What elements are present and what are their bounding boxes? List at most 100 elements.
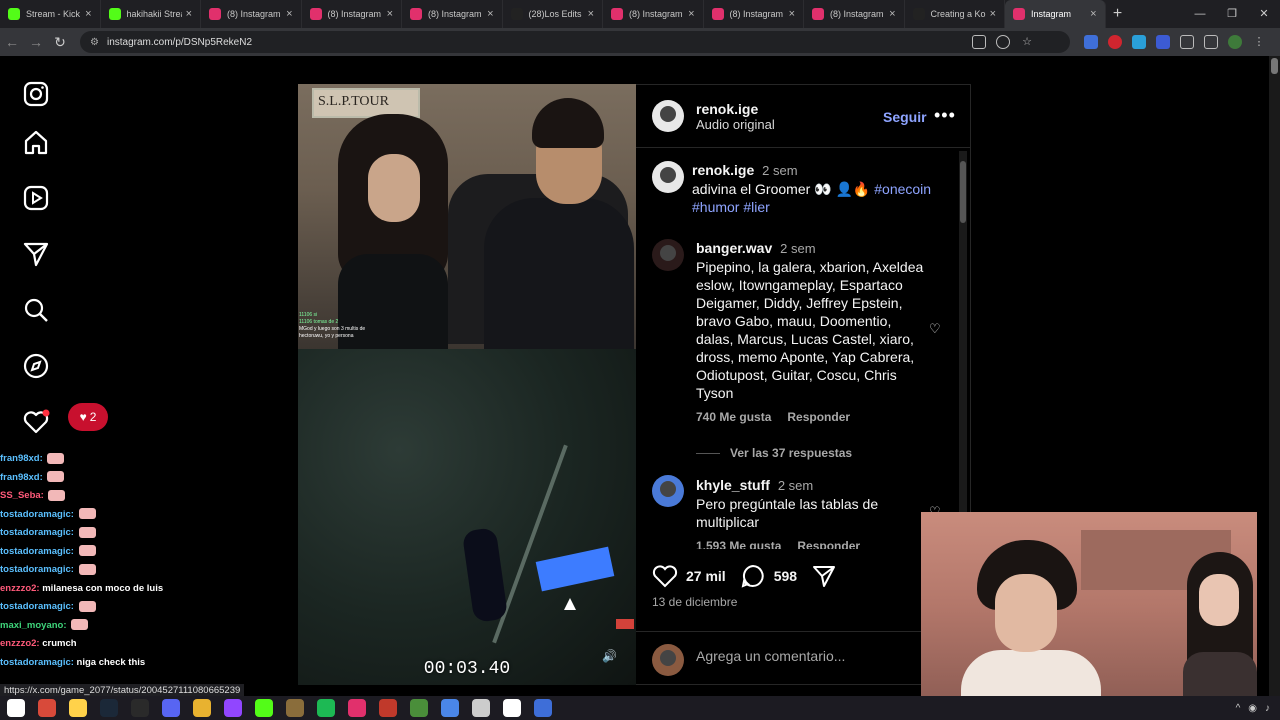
taskbar-app-icon[interactable] — [161, 699, 180, 717]
tab-favicon-icon — [711, 8, 724, 20]
browser-tab[interactable]: Creating a Kor × — [905, 0, 1005, 28]
taskbar-app-icon[interactable] — [37, 699, 56, 717]
taskbar-app-icon[interactable] — [316, 699, 335, 717]
avatar[interactable] — [652, 475, 684, 507]
address-bar[interactable]: ⚙ instagram.com/p/DSNp5RekeN2 — [80, 31, 1070, 53]
comment-likes[interactable]: 740 Me gusta — [696, 410, 771, 424]
avatar[interactable] — [652, 100, 684, 132]
reply-button[interactable]: Responder — [797, 539, 860, 549]
view-replies-button[interactable]: Ver las 37 respuestas — [696, 444, 926, 462]
network-icon[interactable]: ◉ — [1248, 703, 1257, 714]
tab-title: (8) Instagram — [428, 9, 482, 19]
messages-icon[interactable] — [22, 240, 50, 268]
reels-icon[interactable] — [22, 184, 50, 212]
browser-tab[interactable]: hakihakii Strea × — [101, 0, 201, 28]
minimize-icon[interactable]: — — [1184, 0, 1216, 28]
taskbar-app-icon[interactable] — [471, 699, 490, 717]
browser-tab[interactable]: (8) Instagram × — [201, 0, 302, 28]
volume-tray-icon[interactable]: ♪ — [1265, 703, 1270, 714]
close-tab-icon[interactable]: × — [990, 8, 996, 20]
close-tab-icon[interactable]: × — [85, 8, 91, 20]
reload-icon[interactable]: ↻ — [48, 34, 72, 51]
taskbar-app-icon[interactable] — [68, 699, 87, 717]
home-icon[interactable] — [22, 129, 50, 157]
notification-badge[interactable]: ♥ 2 — [68, 403, 108, 431]
taskbar-app-icon[interactable] — [533, 699, 552, 717]
browser-tab[interactable]: Stream - Kick × — [0, 0, 101, 28]
browser-tab[interactable]: Instagram × — [1005, 0, 1106, 28]
taskbar-app-icon[interactable] — [192, 699, 211, 717]
close-window-icon[interactable]: ✕ — [1248, 0, 1280, 28]
comment-likes[interactable]: 1.593 Me gusta — [696, 539, 781, 549]
likes-count[interactable]: 27 mil — [686, 568, 726, 584]
browser-tab[interactable]: (8) Instagram × — [804, 0, 905, 28]
notifications-icon[interactable] — [22, 408, 50, 436]
taskbar-app-icon[interactable] — [440, 699, 459, 717]
close-tab-icon[interactable]: × — [1090, 8, 1096, 20]
avatar[interactable] — [652, 161, 684, 193]
extension-icon[interactable] — [1156, 35, 1170, 49]
like-comment-icon[interactable]: ♡ — [929, 321, 943, 336]
taskbar-app-icon[interactable] — [99, 699, 118, 717]
instagram-logo-icon[interactable] — [22, 80, 50, 108]
audio-label[interactable]: Audio original — [696, 117, 775, 132]
share-icon[interactable] — [811, 563, 837, 589]
taskbar-app-icon[interactable] — [130, 699, 149, 717]
extension-icon[interactable] — [1132, 35, 1146, 49]
hashtag-link[interactable]: #humor #lier — [692, 198, 942, 216]
close-tab-icon[interactable]: × — [889, 8, 895, 20]
restore-icon[interactable]: ❐ — [1216, 0, 1248, 28]
volume-icon[interactable]: 🔊 — [602, 649, 618, 665]
search-icon[interactable] — [22, 296, 50, 324]
zoom-icon[interactable] — [996, 35, 1010, 49]
close-tab-icon[interactable]: × — [186, 8, 192, 20]
taskbar-app-icon[interactable] — [254, 699, 273, 717]
back-icon[interactable]: ← — [0, 34, 24, 50]
hashtag-link[interactable]: #onecoin — [874, 181, 931, 197]
comment-icon[interactable] — [740, 563, 766, 589]
taskbar-app-icon[interactable] — [378, 699, 397, 717]
comment-input[interactable]: Agrega un comentario... — [696, 648, 845, 664]
taskbar-app-icon[interactable] — [223, 699, 242, 717]
extension-icon[interactable] — [1108, 35, 1122, 49]
close-tab-icon[interactable]: × — [487, 8, 493, 20]
forward-icon[interactable]: → — [24, 34, 48, 50]
tray-chevron-icon[interactable]: ^ — [1236, 703, 1241, 714]
media-icon[interactable] — [1204, 35, 1218, 49]
avatar[interactable] — [652, 239, 684, 271]
close-tab-icon[interactable]: × — [588, 8, 594, 20]
more-options-icon[interactable]: ••• — [934, 105, 956, 126]
explore-icon[interactable] — [22, 352, 50, 380]
page-scrollbar[interactable] — [1269, 56, 1280, 696]
follow-button[interactable]: Seguir — [883, 109, 927, 125]
browser-tab[interactable]: (8) Instagram × — [302, 0, 402, 28]
emote-icon — [48, 489, 66, 501]
site-info-icon[interactable]: ⚙ — [90, 37, 99, 48]
comments-scrollbar[interactable] — [959, 151, 967, 547]
menu-icon[interactable]: ⋮ — [1252, 35, 1266, 49]
taskbar-app-icon[interactable] — [6, 699, 25, 717]
reply-button[interactable]: Responder — [787, 410, 850, 424]
close-tab-icon[interactable]: × — [286, 8, 292, 20]
close-tab-icon[interactable]: × — [688, 8, 694, 20]
browser-tab[interactable]: (8) Instagram × — [603, 0, 704, 28]
profile-avatar[interactable] — [1228, 35, 1242, 49]
browser-tab[interactable]: (28)Los Edits d × — [503, 0, 603, 28]
browser-tab[interactable]: (8) Instagram × — [704, 0, 804, 28]
bookmark-star-icon[interactable]: ☆ — [1020, 35, 1034, 49]
post-video[interactable]: S.L.P.TOUR 11106 si 11106 tomas de 2 MGo… — [298, 84, 636, 685]
author-username[interactable]: renok.ige — [696, 101, 775, 117]
comments-count[interactable]: 598 — [774, 568, 797, 584]
like-icon[interactable] — [652, 563, 678, 589]
close-tab-icon[interactable]: × — [789, 8, 795, 20]
taskbar-app-icon[interactable] — [347, 699, 366, 717]
extensions-puzzle-icon[interactable] — [1180, 35, 1194, 49]
install-icon[interactable] — [972, 35, 986, 49]
close-tab-icon[interactable]: × — [387, 8, 393, 20]
extension-icon[interactable] — [1084, 35, 1098, 49]
browser-tab[interactable]: (8) Instagram × — [402, 0, 503, 28]
taskbar-app-icon[interactable] — [285, 699, 304, 717]
taskbar-app-icon[interactable] — [502, 699, 521, 717]
new-tab-button[interactable]: + — [1106, 5, 1130, 23]
taskbar-app-icon[interactable] — [409, 699, 428, 717]
